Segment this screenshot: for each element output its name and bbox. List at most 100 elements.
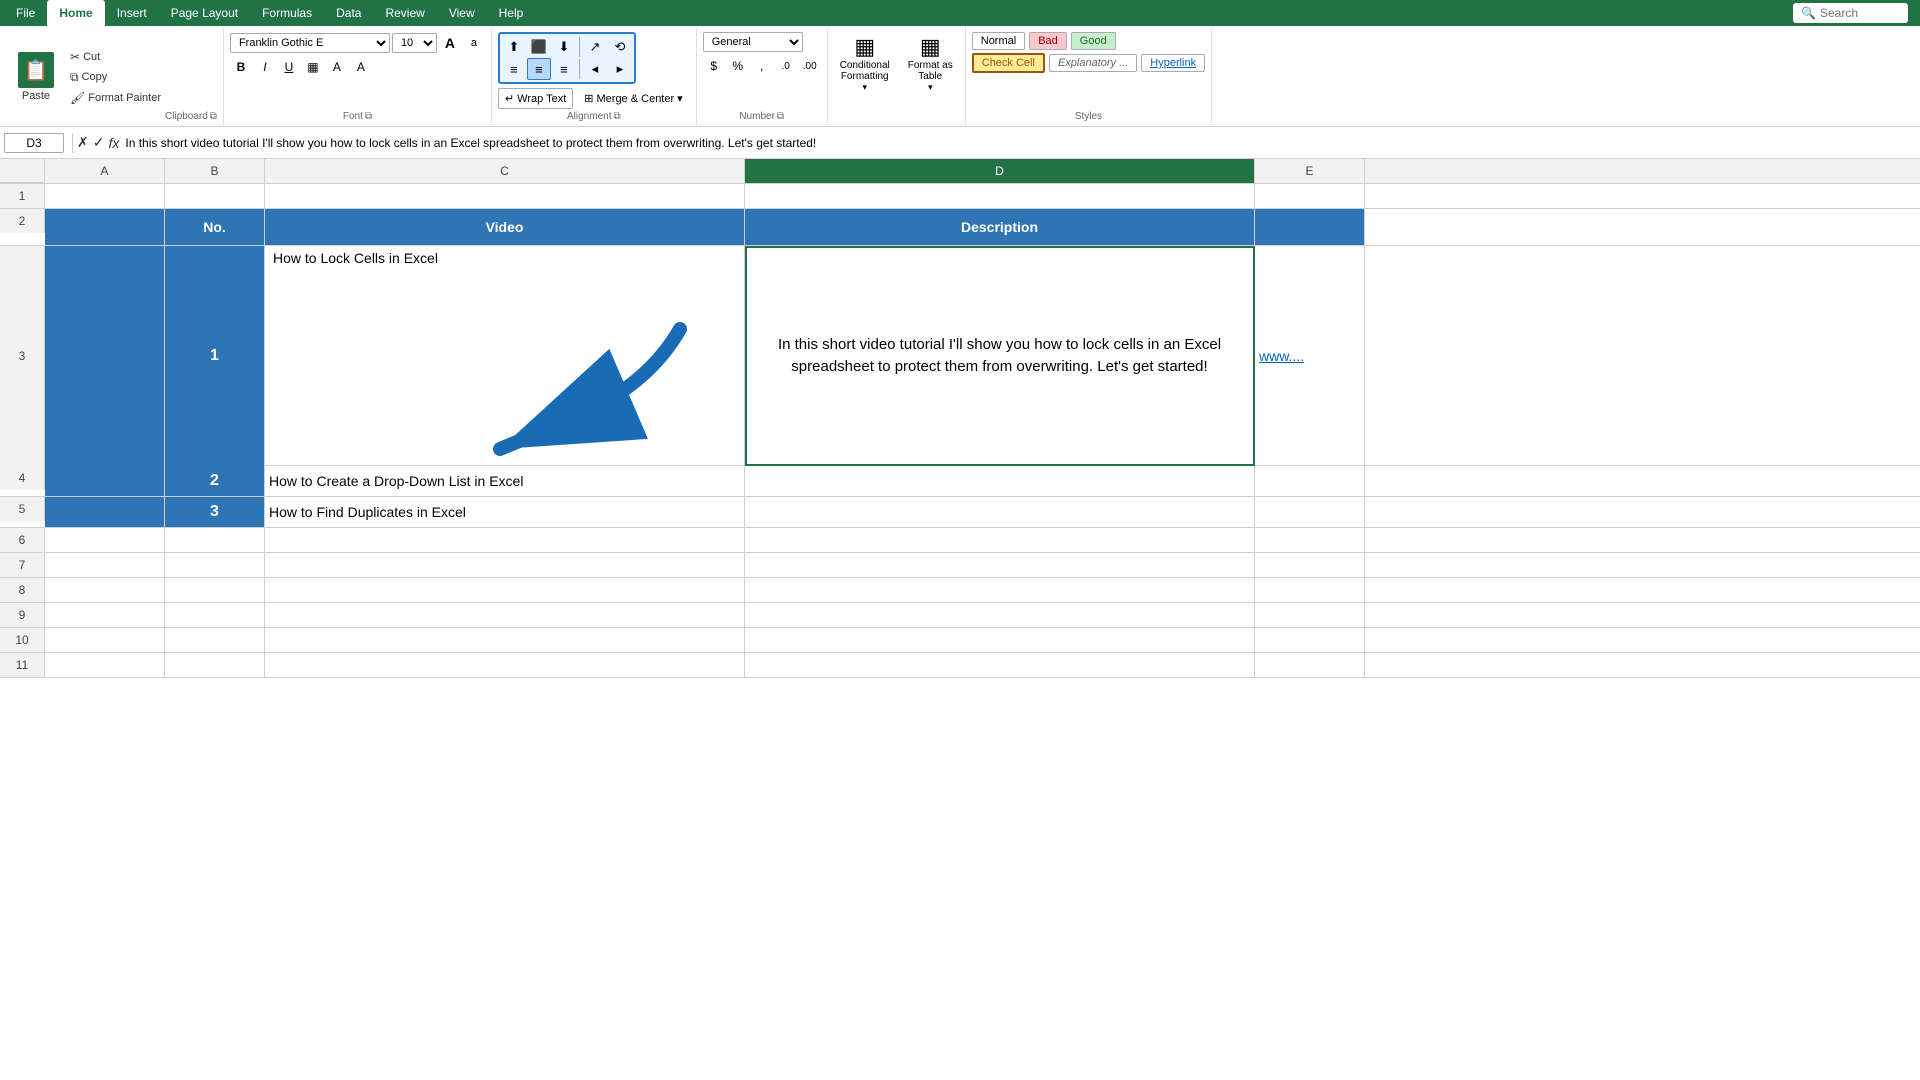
border-button[interactable]: ▦	[302, 56, 324, 78]
cell-a10[interactable]	[45, 628, 165, 652]
row-header-9[interactable]: 9	[0, 603, 45, 627]
cell-d3[interactable]: In this short video tutorial I'll show y…	[745, 246, 1255, 466]
font-shrink-button[interactable]: a	[463, 32, 485, 54]
merge-center-button[interactable]: ⊞ Merge & Center ▾	[577, 88, 689, 109]
cell-c6[interactable]	[265, 528, 745, 552]
align-middle-button[interactable]: ⬛	[527, 36, 551, 58]
merge-dropdown-icon[interactable]: ▾	[677, 92, 683, 105]
col-header-a[interactable]: A	[45, 159, 165, 183]
cell-d5[interactable]	[745, 497, 1255, 527]
align-left-button[interactable]: ≡	[502, 58, 526, 80]
conditional-formatting-button[interactable]: ▦ ConditionalFormatting ▾	[834, 32, 896, 95]
cell-e1[interactable]	[1255, 184, 1365, 208]
cell-b8[interactable]	[165, 578, 265, 602]
wrap-text-button[interactable]: ↵ Wrap Text	[498, 88, 573, 109]
col-header-e[interactable]: E	[1255, 159, 1365, 183]
style-explanatory[interactable]: Explanatory ...	[1049, 54, 1137, 72]
cell-a3[interactable]	[45, 246, 165, 466]
conditional-dropdown-icon[interactable]: ▾	[862, 82, 867, 93]
cell-a5[interactable]	[45, 497, 165, 527]
row-header-4[interactable]: 4	[0, 466, 45, 490]
cell-b2[interactable]: No.	[165, 209, 265, 245]
formula-input[interactable]	[125, 136, 1916, 150]
col-header-d[interactable]: D	[745, 159, 1255, 183]
cell-c8[interactable]	[265, 578, 745, 602]
cell-a1[interactable]	[45, 184, 165, 208]
tab-help[interactable]: Help	[487, 0, 536, 26]
style-good[interactable]: Good	[1071, 32, 1116, 50]
cell-b3[interactable]: 1	[165, 246, 265, 466]
align-bottom-button[interactable]: ⬇	[552, 36, 576, 58]
copy-button[interactable]: ⧉ Copy	[66, 68, 165, 87]
cancel-formula-button[interactable]: ✗	[77, 134, 89, 151]
tab-file[interactable]: File	[4, 0, 47, 26]
cell-a8[interactable]	[45, 578, 165, 602]
comma-button[interactable]: ,	[751, 55, 773, 77]
italic-button[interactable]: I	[254, 56, 276, 78]
row-header-7[interactable]: 7	[0, 553, 45, 577]
align-center-button[interactable]: ≡	[527, 58, 551, 80]
cell-e11[interactable]	[1255, 653, 1365, 677]
cell-e7[interactable]	[1255, 553, 1365, 577]
align-top-button[interactable]: ⬆	[502, 36, 526, 58]
tab-view[interactable]: View	[437, 0, 487, 26]
tab-home[interactable]: Home	[47, 0, 104, 26]
cell-c4[interactable]: How to Create a Drop-Down List in Excel	[265, 466, 745, 496]
cell-a7[interactable]	[45, 553, 165, 577]
row-header-8[interactable]: 8	[0, 578, 45, 602]
confirm-formula-button[interactable]: ✓	[93, 134, 105, 151]
row-header-11[interactable]: 11	[0, 653, 45, 677]
cell-d8[interactable]	[745, 578, 1255, 602]
underline-button[interactable]: U	[278, 56, 300, 78]
cell-c5[interactable]: How to Find Duplicates in Excel	[265, 497, 745, 527]
cell-d1[interactable]	[745, 184, 1255, 208]
cell-e6[interactable]	[1255, 528, 1365, 552]
cell-c11[interactable]	[265, 653, 745, 677]
row-header-3[interactable]: 3	[0, 246, 45, 466]
cell-b9[interactable]	[165, 603, 265, 627]
cell-e9[interactable]	[1255, 603, 1365, 627]
wrap-indent-button[interactable]: ⟲	[608, 36, 632, 58]
cell-d9[interactable]	[745, 603, 1255, 627]
cell-a6[interactable]	[45, 528, 165, 552]
format-painter-button[interactable]: 🖌 Format Painter	[66, 89, 165, 107]
paste-button[interactable]: 📋 Paste	[10, 32, 62, 122]
cell-b6[interactable]	[165, 528, 265, 552]
cell-a11[interactable]	[45, 653, 165, 677]
clipboard-expand-icon[interactable]: ⧉	[210, 111, 217, 122]
cell-d2[interactable]: Description	[745, 209, 1255, 245]
tab-page-layout[interactable]: Page Layout	[159, 0, 250, 26]
cell-c7[interactable]	[265, 553, 745, 577]
font-grow-button[interactable]: A	[439, 32, 461, 54]
cut-button[interactable]: ✂ Cut	[66, 48, 165, 66]
align-right-button[interactable]: ≡	[552, 58, 576, 80]
cell-reference-box[interactable]	[4, 133, 64, 153]
increase-decimal-button[interactable]: .00	[799, 55, 821, 77]
cell-b11[interactable]	[165, 653, 265, 677]
cell-e8[interactable]	[1255, 578, 1365, 602]
font-expand-icon[interactable]: ⧉	[365, 111, 372, 122]
cell-c3[interactable]: How to Lock Cells in Excel	[265, 246, 745, 466]
cell-b7[interactable]	[165, 553, 265, 577]
cell-d10[interactable]	[745, 628, 1255, 652]
number-format-select[interactable]: General	[703, 32, 803, 52]
cell-c1[interactable]	[265, 184, 745, 208]
format-as-table-button[interactable]: ▦ Format asTable ▾	[902, 32, 959, 95]
cell-e5[interactable]	[1255, 497, 1365, 527]
font-name-select[interactable]: Franklin Gothic E	[230, 33, 390, 53]
indent-increase-button[interactable]: ▸	[608, 58, 632, 80]
cell-b4[interactable]: 2	[165, 466, 265, 496]
style-normal[interactable]: Normal	[972, 32, 1025, 50]
cell-e10[interactable]	[1255, 628, 1365, 652]
cell-e4[interactable]	[1255, 466, 1365, 496]
cell-c2[interactable]: Video	[265, 209, 745, 245]
search-box[interactable]: 🔍	[1793, 3, 1908, 23]
bold-button[interactable]: B	[230, 56, 252, 78]
row-header-10[interactable]: 10	[0, 628, 45, 652]
row-header-2[interactable]: 2	[0, 209, 45, 233]
cell-b1[interactable]	[165, 184, 265, 208]
fx-button[interactable]: fx	[108, 135, 119, 151]
cell-a9[interactable]	[45, 603, 165, 627]
cell-a2[interactable]	[45, 209, 165, 245]
cell-b5[interactable]: 3	[165, 497, 265, 527]
